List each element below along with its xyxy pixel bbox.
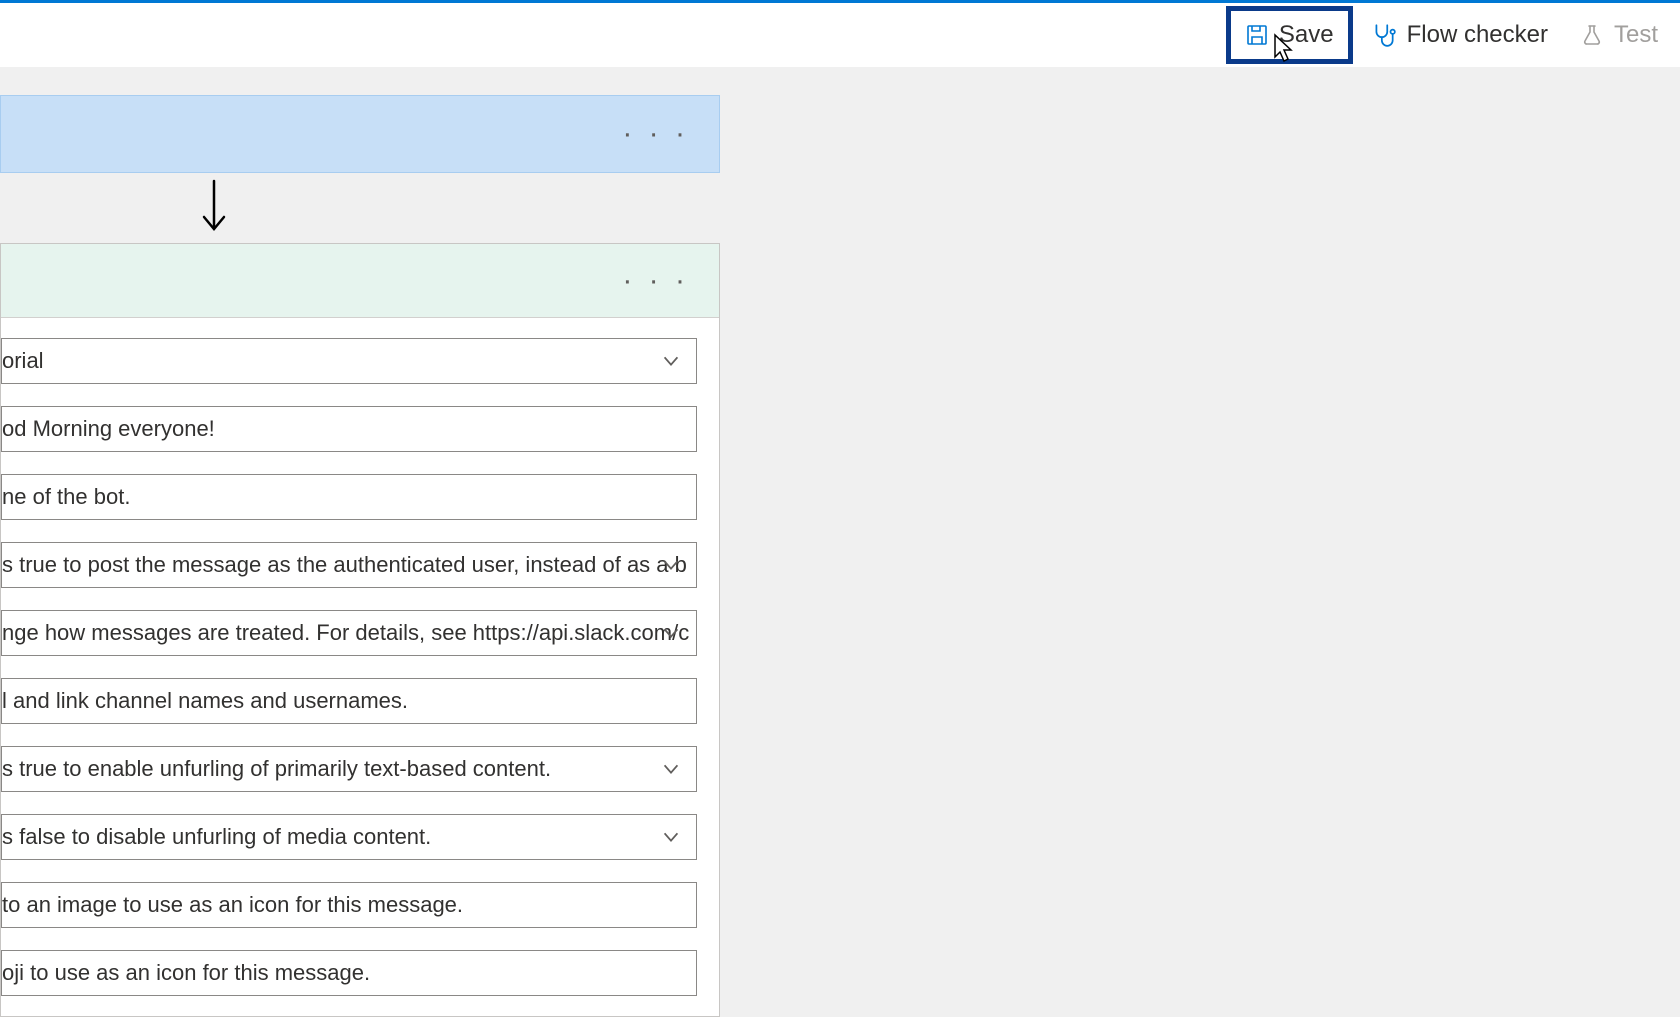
save-label: Save [1279, 21, 1334, 49]
field-text: s true to enable unfurling of primarily … [2, 756, 551, 782]
unfurl-links-select[interactable]: s true to enable unfurling of primarily … [1, 746, 697, 792]
arrow-down-icon [200, 177, 228, 242]
unfurl-media-select[interactable]: s false to disable unfurling of media co… [1, 814, 697, 860]
action-card-header[interactable]: · · · [1, 244, 719, 318]
action-card[interactable]: · · · orial od Morning everyone! ne of t… [0, 243, 720, 1017]
flow-checker-button[interactable]: Flow checker [1357, 11, 1562, 59]
trigger-more-menu[interactable]: · · · [622, 117, 689, 151]
field-text: l and link channel names and usernames. [2, 688, 408, 714]
field-text: s false to disable unfurling of media co… [2, 824, 431, 850]
channel-select[interactable]: orial [1, 338, 697, 384]
flask-icon [1580, 23, 1604, 47]
action-more-menu[interactable]: · · · [622, 264, 689, 298]
post-as-user-select[interactable]: s true to post the message as the authen… [1, 542, 697, 588]
field-text: orial [2, 348, 44, 374]
action-card-body: orial od Morning everyone! ne of the bot… [1, 318, 719, 1016]
chevron-down-icon [660, 554, 682, 576]
save-button[interactable]: Save [1226, 6, 1353, 64]
field-text: nge how messages are treated. For detail… [2, 620, 689, 646]
stethoscope-icon [1371, 22, 1397, 48]
flow-canvas: · · · · · · orial od Morning everyone! n… [0, 67, 1680, 945]
toolbar: Save Flow checker Test [0, 3, 1680, 67]
chevron-down-icon [660, 622, 682, 644]
message-text-input[interactable]: od Morning everyone! [1, 406, 697, 452]
save-icon [1245, 23, 1269, 47]
parse-mode-select[interactable]: nge how messages are treated. For detail… [1, 610, 697, 656]
field-text: ne of the bot. [2, 484, 130, 510]
trigger-card[interactable]: · · · [0, 95, 720, 173]
bot-name-input[interactable]: ne of the bot. [1, 474, 697, 520]
chevron-down-icon [660, 826, 682, 848]
flow-checker-label: Flow checker [1407, 21, 1548, 49]
test-label: Test [1614, 21, 1658, 49]
field-text: oji to use as an icon for this message. [2, 960, 370, 986]
field-text: od Morning everyone! [2, 416, 215, 442]
chevron-down-icon [660, 350, 682, 372]
test-button[interactable]: Test [1566, 11, 1672, 59]
icon-url-input[interactable]: to an image to use as an icon for this m… [1, 882, 697, 928]
icon-emoji-input[interactable]: oji to use as an icon for this message. [1, 950, 697, 996]
field-text: to an image to use as an icon for this m… [2, 892, 463, 918]
link-names-input[interactable]: l and link channel names and usernames. [1, 678, 697, 724]
chevron-down-icon [660, 758, 682, 780]
field-text: s true to post the message as the authen… [2, 552, 687, 578]
